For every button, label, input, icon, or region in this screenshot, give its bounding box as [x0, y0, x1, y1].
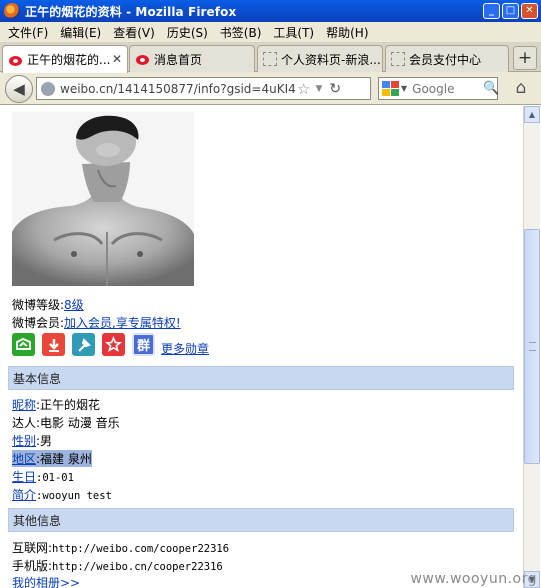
menu-history[interactable]: 历史(S): [161, 24, 214, 41]
birthday-label[interactable]: 生日: [12, 470, 36, 484]
url-dropdown-icon[interactable]: ▼: [315, 84, 322, 94]
gender-label[interactable]: 性别: [12, 434, 36, 448]
watermark: www.wooyun.org: [410, 571, 537, 587]
medal-badge-pin-icon[interactable]: [72, 333, 95, 356]
weibo-level-row: 微博等级:8级: [12, 296, 84, 313]
tab-vip-payment[interactable]: 会员支付中心: [385, 45, 509, 72]
talent-row: 达人:电影 动漫 音乐: [12, 414, 120, 431]
menu-bar: 文件(F) 编辑(E) 查看(V) 历史(S) 书签(B) 工具(T) 帮助(H…: [0, 22, 541, 42]
tab-label: 消息首页: [154, 52, 203, 67]
bio-row: 简介:wooyun test: [12, 486, 112, 503]
search-icon[interactable]: 🔍: [483, 81, 499, 96]
weibo-level-link[interactable]: 8级: [64, 298, 84, 312]
nickname-row: 昵称:正午的烟花: [12, 396, 100, 413]
mobile-row: 手机版:http://weibo.cn/cooper22316: [12, 557, 223, 574]
tab-profile-info[interactable]: 正午的烟花的... ✕: [2, 45, 128, 73]
region-row: 地区:福建 泉州: [12, 450, 92, 467]
mobile-label: 手机版:: [12, 559, 53, 573]
maximize-button[interactable]: □: [502, 3, 519, 19]
menu-tools[interactable]: 工具(T): [267, 24, 320, 41]
blank-page-icon: [391, 52, 405, 66]
medal-badges: 群 更多勋章: [12, 332, 209, 357]
other-info-heading: 其他信息: [8, 508, 514, 532]
google-search-engine-icon[interactable]: [382, 80, 400, 97]
basic-info-heading: 基本信息: [8, 366, 514, 390]
close-window-button[interactable]: ✕: [521, 3, 538, 19]
medal-badge-green-icon[interactable]: [12, 333, 35, 356]
back-arrow-icon: ◀: [13, 80, 25, 98]
nickname-label[interactable]: 昵称: [12, 398, 36, 412]
region-label[interactable]: 地区: [12, 452, 36, 466]
search-engine-dropdown-icon[interactable]: ▼: [401, 84, 407, 93]
tab-label: 正午的烟花的...: [27, 53, 111, 67]
reload-icon[interactable]: ↻: [329, 81, 341, 97]
album-row: 我的相册>>: [12, 574, 80, 588]
more-medals-link[interactable]: 更多勋章: [161, 340, 209, 357]
tab-strip: 正午的烟花的... ✕ 消息首页 个人资料页-新浪... 会员支付中心 +: [0, 42, 541, 73]
web-value: http://weibo.com/cooper22316: [52, 543, 230, 555]
medal-badge-download-icon[interactable]: [42, 333, 65, 356]
menu-bookmarks[interactable]: 书签(B): [214, 24, 268, 41]
nickname-value: :正午的烟花: [36, 398, 101, 412]
tab-messages[interactable]: 消息首页: [129, 45, 255, 72]
menu-edit[interactable]: 编辑(E): [54, 24, 107, 41]
my-album-link[interactable]: 我的相册>>: [12, 576, 80, 588]
home-icon: ⌂: [515, 78, 527, 98]
menu-file[interactable]: 文件(F): [2, 24, 54, 41]
home-button[interactable]: ⌂: [511, 78, 531, 98]
globe-icon: [41, 81, 55, 96]
gender-row: 性别:男: [12, 432, 52, 449]
window-controls: _ □ ✕: [483, 3, 538, 19]
join-vip-link[interactable]: 加入会员,享专属特权!: [64, 316, 181, 330]
search-input[interactable]: [412, 81, 483, 96]
blank-page-icon: [263, 52, 277, 66]
region-value: :福建 泉州: [36, 452, 92, 466]
close-tab-icon[interactable]: ✕: [112, 52, 122, 66]
weibo-icon: [8, 52, 24, 68]
page-content: 微博等级:8级 微博会员:加入会员,享专属特权! 群 更多勋章 基本信息 昵称:…: [1, 106, 523, 588]
back-button[interactable]: ◀: [5, 75, 33, 103]
address-bar[interactable]: ☆ ▼ ↻: [36, 77, 371, 100]
tab-label: 个人资料页-新浪...: [281, 52, 381, 67]
web-label: 互联网:: [12, 541, 53, 555]
medal-badge-group-icon[interactable]: 群: [132, 333, 155, 356]
mobile-value: http://weibo.cn/cooper22316: [52, 561, 223, 573]
menu-view[interactable]: 查看(V): [107, 24, 161, 41]
firefox-logo-icon: [4, 3, 20, 19]
talent-label: 达人:: [12, 416, 41, 430]
window-title: 正午的烟花的资料 - Mozilla Firefox: [25, 4, 237, 19]
weibo-icon: [135, 51, 151, 67]
gender-value: :男: [36, 434, 53, 448]
weibo-level-label: 微博等级:: [12, 298, 65, 312]
bookmark-star-icon[interactable]: ☆: [297, 80, 310, 98]
birthday-value: :01-01: [36, 472, 74, 484]
birthday-row: 生日:01-01: [12, 468, 74, 485]
scrollbar-thumb[interactable]: [524, 229, 540, 464]
url-input[interactable]: [60, 81, 295, 96]
weibo-vip-row: 微博会员:加入会员,享专属特权!: [12, 314, 181, 331]
web-row: 互联网:http://weibo.com/cooper22316: [12, 539, 229, 556]
profile-avatar: [12, 112, 194, 286]
new-tab-button[interactable]: +: [513, 46, 537, 70]
scroll-up-button[interactable]: ▲: [524, 106, 540, 123]
tab-label: 会员支付中心: [409, 52, 482, 67]
talent-value: 电影 动漫 音乐: [40, 416, 120, 430]
bio-label[interactable]: 简介: [12, 488, 36, 502]
minimize-button[interactable]: _: [483, 3, 500, 19]
menu-help[interactable]: 帮助(H): [320, 24, 374, 41]
bio-value: :wooyun test: [36, 490, 112, 502]
search-bar[interactable]: ▼ 🔍: [378, 77, 499, 100]
tab-personal-page[interactable]: 个人资料页-新浪...: [257, 45, 383, 72]
medal-badge-star-icon[interactable]: [102, 333, 125, 356]
weibo-vip-label: 微博会员:: [12, 316, 65, 330]
vertical-scrollbar[interactable]: ▲ ▼: [523, 106, 540, 588]
navigation-toolbar: ◀ ☆ ▼ ↻ ▼ 🔍 ⌂: [0, 72, 541, 105]
window-titlebar: 正午的烟花的资料 - Mozilla Firefox _ □ ✕: [0, 0, 541, 22]
avatar-photo: [12, 112, 194, 286]
